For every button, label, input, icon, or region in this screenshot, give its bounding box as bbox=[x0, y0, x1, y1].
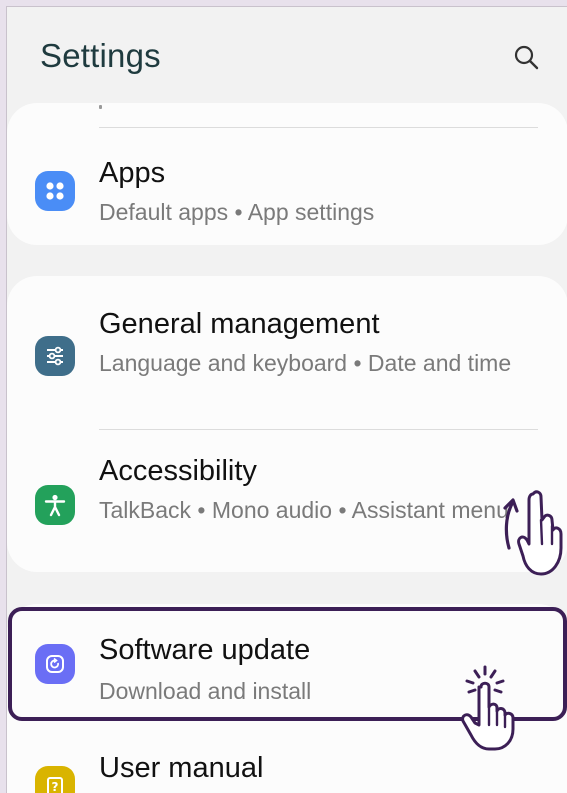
page-title: Settings bbox=[40, 37, 161, 74]
apps-card: Apps Default apps • App settings bbox=[7, 103, 567, 245]
settings-item-general-management[interactable]: General management Language and keyboard… bbox=[7, 276, 567, 424]
settings-item-title: Apps bbox=[99, 157, 166, 189]
scroll-remnant-text bbox=[99, 105, 102, 109]
system-card: General management Language and keyboard… bbox=[7, 276, 567, 572]
tap-hand-icon bbox=[461, 665, 515, 751]
settings-item-subtitle: TalkBack • Mono audio • Assistant menu bbox=[99, 497, 509, 523]
settings-item-subtitle: Language and keyboard • Date and time bbox=[99, 350, 512, 376]
sliders-icon bbox=[35, 336, 75, 376]
apps-icon bbox=[35, 171, 75, 211]
search-button[interactable] bbox=[506, 37, 546, 77]
search-icon bbox=[514, 45, 539, 70]
accessibility-person-icon bbox=[35, 485, 75, 525]
header: Settings bbox=[7, 7, 567, 103]
settings-item-apps[interactable]: Apps Default apps • App settings bbox=[7, 127, 567, 245]
settings-item-subtitle: Default apps • App settings bbox=[99, 199, 375, 225]
svg-text:?: ? bbox=[52, 780, 59, 793]
settings-item-accessibility[interactable]: Accessibility TalkBack • Mono audio • As… bbox=[7, 429, 567, 572]
settings-item-title: User manual bbox=[99, 752, 264, 784]
settings-item-title: General management bbox=[99, 308, 380, 340]
settings-item-title: Accessibility bbox=[99, 455, 257, 487]
swipe-up-hand-icon bbox=[503, 490, 563, 576]
manual-icon: ? bbox=[35, 766, 75, 793]
